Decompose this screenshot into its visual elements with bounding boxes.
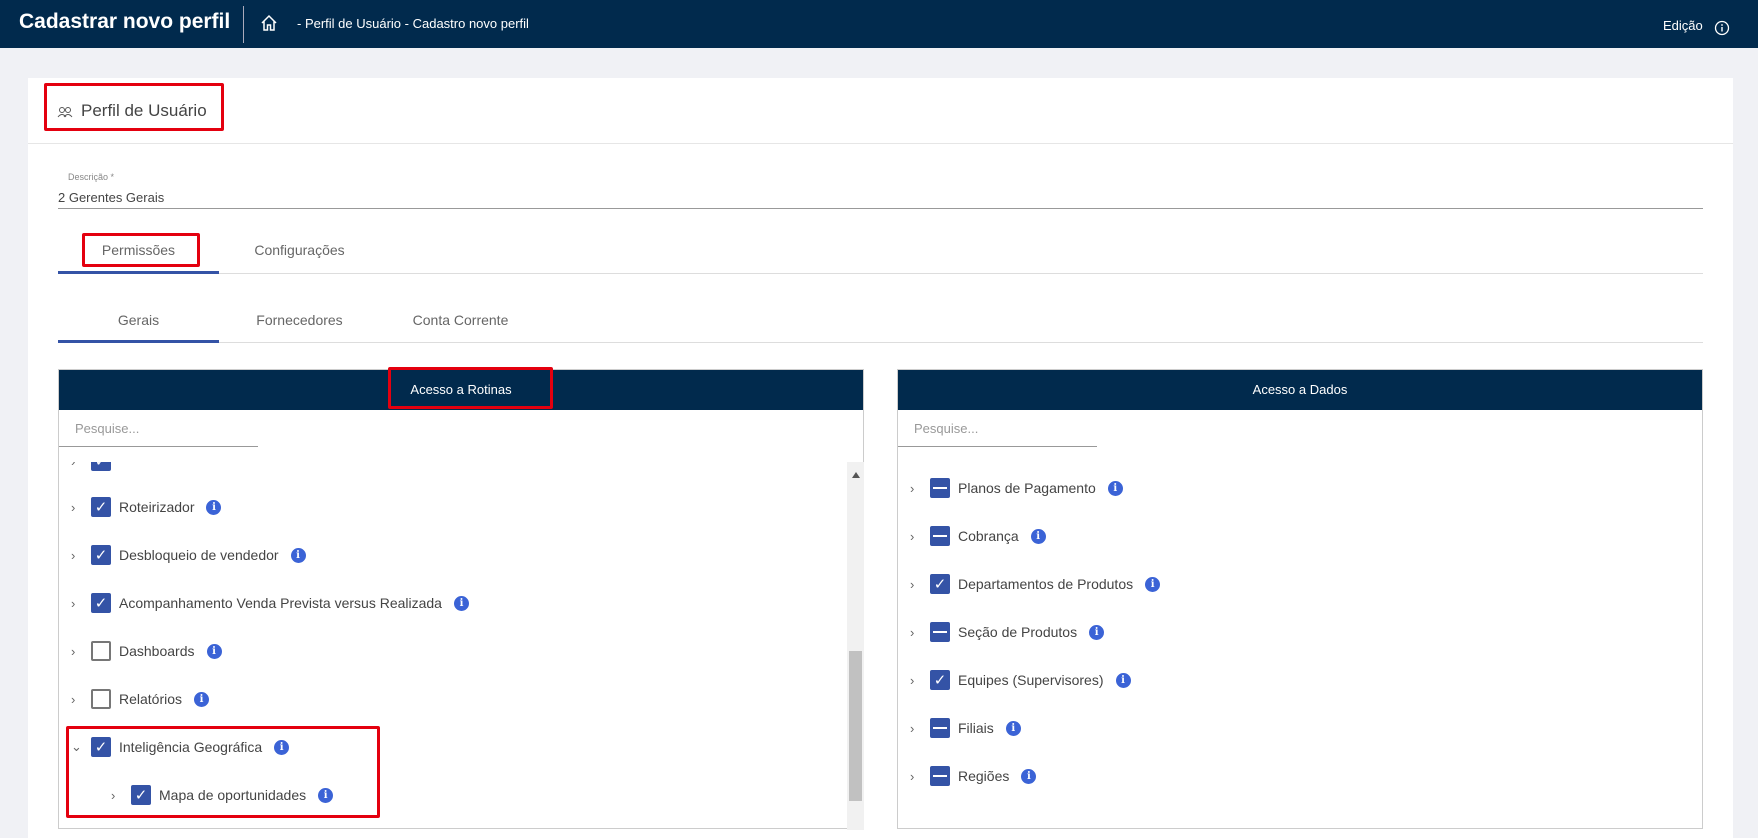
item-label: Departamentos de Produtos	[958, 576, 1134, 592]
page-title: Cadastrar novo perfil	[19, 10, 231, 33]
info-icon[interactable]: i	[1021, 768, 1037, 784]
chevron-right-icon[interactable]: ›	[71, 644, 91, 659]
tree-item[interactable]: › Dashboards i	[71, 639, 222, 663]
tree-item[interactable]: › Planos de Pagamento i	[910, 476, 1123, 500]
chevron-right-icon[interactable]: ›	[910, 721, 930, 736]
chevron-right-icon[interactable]: ›	[910, 577, 930, 592]
data-access-header: Acesso a Dados	[898, 370, 1702, 410]
tree-item[interactable]: › Seção de Produtos i	[910, 620, 1105, 644]
checkbox[interactable]: ✓	[91, 593, 111, 613]
chevron-right-icon[interactable]: ›	[910, 673, 930, 688]
checkbox[interactable]	[930, 526, 950, 546]
description-field[interactable]: 2 Gerentes Gerais	[58, 190, 1703, 209]
info-icon[interactable]: i	[1115, 672, 1131, 688]
info-icon[interactable]: i	[1145, 576, 1161, 592]
tree-item[interactable]: › ✓ Departamentos de Produtos i	[910, 572, 1161, 596]
subtab-conta-corrente[interactable]: Conta Corrente	[380, 312, 541, 328]
item-label: Equipes (Supervisores)	[958, 672, 1104, 688]
item-label: Regiões	[958, 768, 1010, 784]
info-icon[interactable]: i	[1030, 528, 1046, 544]
scroll-up-icon[interactable]	[852, 472, 860, 478]
tree-item[interactable]: › ✓ Acompanhamento Venda Prevista versus R…	[71, 591, 469, 615]
item-label: Acompanhamento Venda Prevista versus Rea…	[119, 595, 442, 611]
item-label: Desbloqueio de vendedor	[119, 547, 279, 563]
item-label: Relatórios	[119, 691, 183, 707]
routines-search-input[interactable]	[59, 411, 258, 447]
divider	[243, 6, 244, 43]
item-label: Roteirizador	[119, 499, 195, 515]
info-icon[interactable]: i	[290, 547, 306, 563]
home-icon[interactable]	[259, 13, 279, 33]
highlight-box	[44, 83, 224, 131]
checkbox[interactable]	[930, 478, 950, 498]
tree-item[interactable]: › Relatórios i	[71, 687, 210, 711]
item-label: Planos de Pagamento	[958, 480, 1096, 496]
chevron-right-icon[interactable]: ›	[910, 769, 930, 784]
chevron-right-icon[interactable]: ›	[910, 625, 930, 640]
tab-configuracoes[interactable]: Configurações	[219, 242, 380, 258]
checkbox[interactable]: ✓	[91, 497, 111, 517]
checkbox[interactable]: ✓	[91, 545, 111, 565]
checkbox[interactable]: ✓	[91, 462, 111, 471]
info-icon[interactable]: i	[453, 595, 469, 611]
chevron-right-icon[interactable]: ›	[71, 548, 91, 563]
checkbox[interactable]	[91, 641, 111, 661]
item-label: Dashboards	[119, 643, 195, 659]
info-icon[interactable]: i	[1005, 720, 1021, 736]
item-label: Filiais	[958, 720, 994, 736]
tree-item[interactable]: › Filiais i	[910, 716, 1021, 740]
chevron-right-icon[interactable]: ›	[910, 529, 930, 544]
subtab-gerais[interactable]: Gerais	[58, 312, 219, 328]
checkbox[interactable]	[930, 718, 950, 738]
highlight-box	[82, 233, 200, 267]
data-access-search-input[interactable]	[898, 411, 1097, 447]
tree-item[interactable]: › Regiões i	[910, 764, 1037, 788]
checkbox[interactable]: ✓	[930, 574, 950, 594]
chevron-right-icon[interactable]: ›	[71, 596, 91, 611]
item-label: Cobrança	[958, 528, 1019, 544]
info-icon[interactable]: i	[1107, 480, 1123, 496]
chevron-right-icon[interactable]: ›	[910, 481, 930, 496]
scrollbar-thumb[interactable]	[849, 651, 862, 801]
checkbox[interactable]: ✓	[930, 670, 950, 690]
subtab-fornecedores[interactable]: Fornecedores	[219, 312, 380, 328]
active-tab-indicator	[58, 271, 219, 274]
chevron-right-icon[interactable]: ›	[71, 462, 91, 469]
mode-label: Edição	[1663, 18, 1703, 33]
tree-item[interactable]: › ✓ Desbloqueio de vendedor i	[71, 543, 306, 567]
top-bar: Cadastrar novo perfil - Perfil de Usuári…	[0, 0, 1758, 48]
subtabs-divider	[58, 342, 1703, 343]
info-icon[interactable]: i	[206, 499, 222, 515]
info-icon[interactable]: i	[206, 643, 222, 659]
chevron-right-icon[interactable]: ›	[71, 500, 91, 515]
tree-item[interactable]: › ✓ Roteirizador i	[71, 495, 222, 519]
highlight-box	[66, 726, 380, 818]
chevron-right-icon[interactable]: ›	[71, 692, 91, 707]
scrollbar[interactable]	[847, 462, 864, 830]
item-label: Seção de Produtos	[958, 624, 1078, 640]
checkbox[interactable]	[930, 622, 950, 642]
info-icon[interactable]: i	[194, 691, 210, 707]
info-icon[interactable]	[1714, 20, 1730, 36]
info-icon[interactable]: i	[1089, 624, 1105, 640]
data-access-panel: Acesso a Dados › Planos de Pagamento i › Co…	[897, 369, 1703, 829]
active-subtab-indicator	[58, 340, 219, 343]
checkbox[interactable]	[930, 766, 950, 786]
tabs-divider	[58, 273, 1703, 274]
tree-item[interactable]: › Cobrança i	[910, 524, 1046, 548]
card-header: Perfil de Usuário	[28, 78, 1733, 144]
checkbox[interactable]	[91, 689, 111, 709]
description-label: Descrição *	[68, 172, 115, 182]
tree-item[interactable]: › ✓ Equipes (Supervisores) i	[910, 668, 1131, 692]
highlight-box	[388, 367, 553, 409]
breadcrumb: - Perfil de Usuário - Cadastro novo perf…	[297, 16, 529, 31]
